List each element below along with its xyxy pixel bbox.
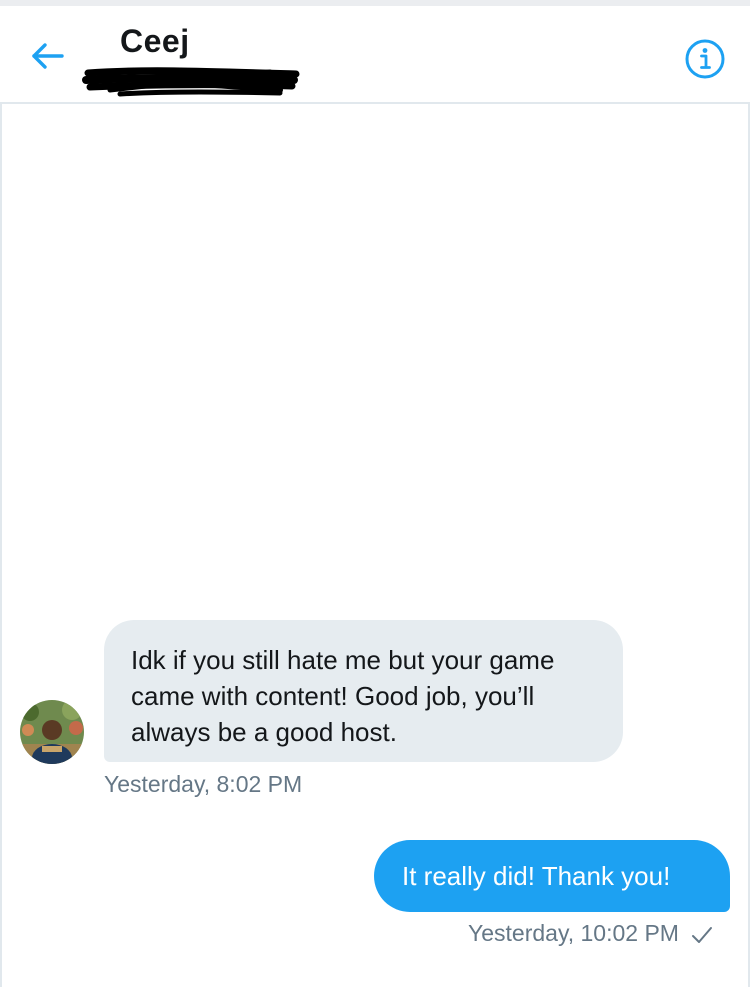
- checkmark-icon: [692, 926, 713, 943]
- conversation-header: Ceej: [0, 6, 750, 104]
- sent-message-text: It really did! Thank you!: [402, 861, 671, 891]
- sent-message-status: Yesterday, 10:02 PM: [468, 920, 713, 947]
- conversation-info-button[interactable]: [684, 38, 726, 80]
- received-message-text: Idk if you still hate me but your game c…: [131, 645, 555, 747]
- avatar-photo: [20, 700, 84, 764]
- dm-conversation-screen: Ceej Idk if you still hate me but your g…: [0, 0, 750, 987]
- info-circle-icon: [685, 39, 725, 79]
- arrow-left-icon: [32, 43, 64, 69]
- sent-message-bubble[interactable]: It really did! Thank you!: [374, 840, 730, 912]
- received-message-bubble[interactable]: Idk if you still hate me but your game c…: [104, 620, 623, 762]
- redacted-handle-scribble: [82, 67, 300, 97]
- sender-avatar[interactable]: [20, 700, 84, 764]
- contact-name[interactable]: Ceej: [120, 23, 190, 60]
- sent-message-timestamp: Yesterday, 10:02 PM: [468, 920, 679, 946]
- received-message-timestamp: Yesterday, 8:02 PM: [104, 771, 303, 797]
- back-button[interactable]: [26, 36, 70, 76]
- timeline-border-left: [0, 104, 2, 987]
